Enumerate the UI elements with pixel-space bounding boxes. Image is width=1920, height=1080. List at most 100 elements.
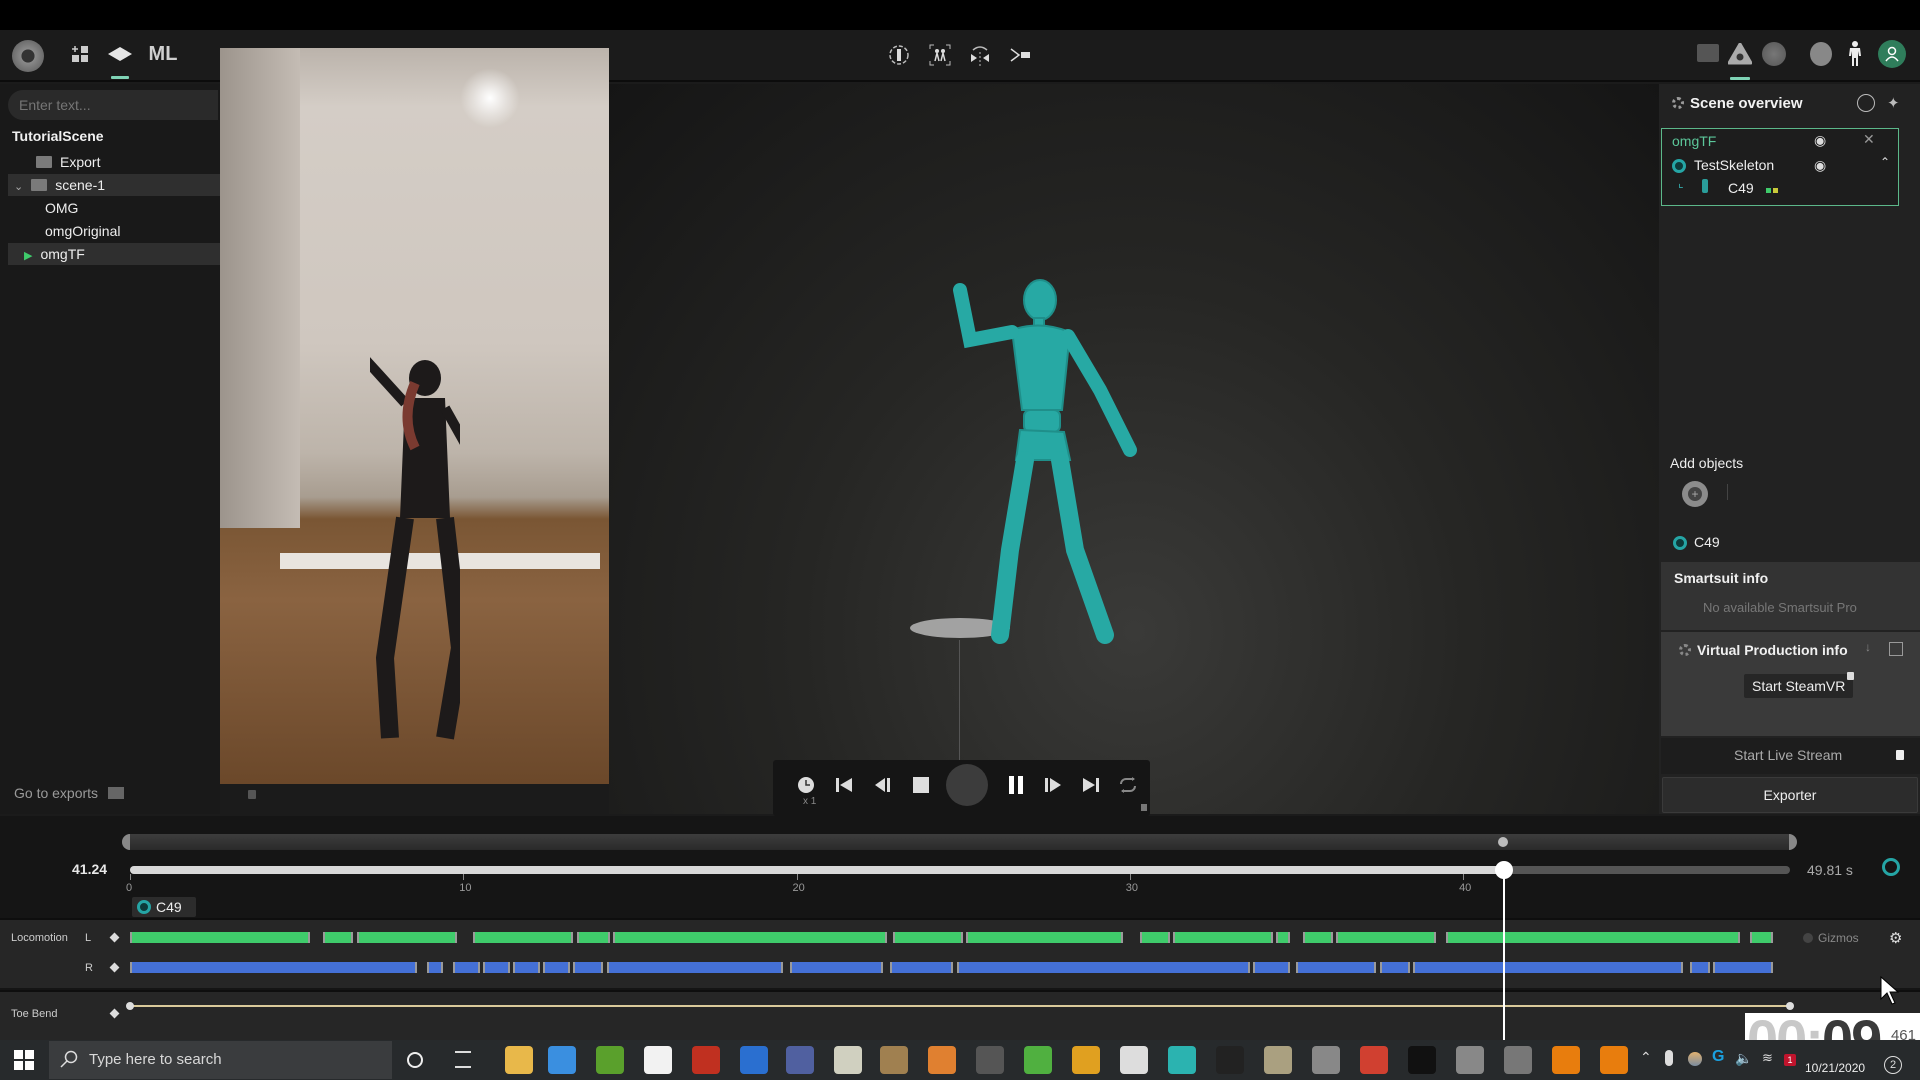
right-foot-contact-segment[interactable] [483, 962, 510, 973]
add-object-button[interactable]: + [1682, 481, 1708, 507]
start-steamvr-button[interactable]: Start SteamVR [1744, 674, 1854, 698]
character-c49-skeleton[interactable] [900, 260, 1160, 660]
loop-button[interactable] [1113, 770, 1143, 800]
rokoko-studio-icon[interactable] [1216, 1046, 1244, 1074]
video-locked-icon[interactable] [1697, 44, 1719, 62]
timeline-range-slider[interactable] [122, 834, 1796, 850]
right-foot-contact-segment[interactable] [606, 962, 784, 973]
right-foot-contact-segment[interactable] [1253, 962, 1290, 973]
record-button[interactable] [946, 764, 988, 806]
clip-name[interactable]: omgTF [1672, 133, 1716, 149]
left-foot-contact-segment[interactable] [1139, 932, 1170, 943]
body-calibrate-icon[interactable] [887, 40, 911, 70]
left-foot-contact-segment[interactable] [1276, 932, 1290, 943]
popout-icon[interactable] [1889, 642, 1903, 656]
left-foot-contact-segment[interactable] [1446, 932, 1740, 943]
object-item-c49[interactable]: C49 [1694, 534, 1720, 550]
left-foot-contact-segment[interactable] [613, 932, 887, 943]
document-app-icon[interactable] [786, 1046, 814, 1074]
character-tools-icon[interactable] [1882, 858, 1900, 876]
inkscape-icon[interactable] [976, 1046, 1004, 1074]
tree-item-omg[interactable]: OMG [8, 197, 220, 219]
step-forward-button[interactable] [1038, 770, 1068, 800]
inspect-search-icon[interactable] [1857, 94, 1875, 112]
right-foot-contact-segment[interactable] [789, 962, 884, 973]
reference-video[interactable] [220, 48, 609, 784]
taskbar-search-input[interactable]: Type here to search [49, 1041, 392, 1079]
skeleton-app-icon[interactable] [1456, 1046, 1484, 1074]
go-to-exports-link[interactable]: Go to exports [14, 785, 124, 801]
left-foot-contact-segment[interactable] [1303, 932, 1334, 943]
sphere-locked-icon[interactable] [1762, 42, 1786, 66]
settings-gear-icon[interactable] [1672, 97, 1684, 109]
camera-app-icon[interactable] [1312, 1046, 1340, 1074]
body-icon[interactable] [1846, 40, 1864, 68]
left-foot-contact-segment[interactable] [323, 932, 354, 943]
step-back-button[interactable] [868, 770, 898, 800]
paint-app-icon[interactable] [834, 1046, 862, 1074]
notification-badge[interactable]: 1 [1784, 1054, 1796, 1066]
unity-hub-icon[interactable] [1408, 1046, 1436, 1074]
chevron-up-icon[interactable]: ⌃ [1880, 155, 1890, 169]
magic-wand-icon[interactable]: ✦ [1887, 94, 1905, 112]
cortana-icon[interactable] [407, 1052, 423, 1068]
exporter-button[interactable]: Exporter [1662, 777, 1918, 813]
tray-chevron-up-icon[interactable]: ⌃ [1640, 1049, 1652, 1066]
right-foot-contact-segment[interactable] [573, 962, 604, 973]
right-foot-contact-segment[interactable] [1296, 962, 1377, 973]
right-foot-contact-segment[interactable] [426, 962, 444, 973]
scene-search-input[interactable] [8, 90, 218, 120]
maya-icon[interactable] [1168, 1046, 1196, 1074]
skip-to-end-button[interactable] [1076, 770, 1106, 800]
right-foot-contact-segment[interactable] [130, 962, 417, 973]
tree-item-scene-1[interactable]: ⌄ scene-1 [8, 174, 220, 196]
chrome-icon[interactable] [1360, 1046, 1388, 1074]
account-icon[interactable] [1878, 40, 1906, 68]
right-foot-contact-segment[interactable] [513, 962, 540, 973]
actors-select-icon[interactable] [928, 40, 952, 70]
bottle-app-icon[interactable] [880, 1046, 908, 1074]
camtasia-green-icon[interactable] [596, 1046, 624, 1074]
mirror-icon[interactable] [968, 40, 992, 70]
camtasia-white-icon[interactable] [644, 1046, 672, 1074]
odd-app-icon[interactable] [1264, 1046, 1292, 1074]
actor-eye-icon[interactable]: ◉ [1814, 157, 1826, 174]
right-foot-contact-segment[interactable] [1413, 962, 1683, 973]
unity-icon[interactable] [1120, 1046, 1148, 1074]
rokoko-logo-icon[interactable] [12, 40, 44, 72]
right-foot-contact-segment[interactable] [543, 962, 570, 973]
start-live-stream-button[interactable]: Start Live Stream [1734, 747, 1842, 763]
windows-start-icon[interactable] [14, 1050, 34, 1070]
ml-icon[interactable]: ML [148, 42, 178, 66]
blender-icon[interactable] [1552, 1046, 1580, 1074]
tree-item-omgoriginal[interactable]: omgOriginal [8, 220, 220, 242]
pause-button[interactable] [1001, 770, 1031, 800]
left-foot-contact-segment[interactable] [966, 932, 1124, 943]
taskbar-date[interactable]: 10/21/2020 [1805, 1061, 1865, 1075]
scene-icon[interactable] [1727, 42, 1753, 66]
range-playhead-marker[interactable] [1498, 837, 1508, 847]
blender-2-icon[interactable] [1600, 1046, 1628, 1074]
track-settings-icon[interactable]: ⚙ [1889, 929, 1902, 947]
blue-x-app-icon[interactable] [740, 1046, 768, 1074]
right-foot-contact-segment[interactable] [1379, 962, 1410, 973]
fl-studio-icon[interactable] [928, 1046, 956, 1074]
left-foot-contact-segment[interactable] [1173, 932, 1274, 943]
wolf-app-icon[interactable] [1504, 1046, 1532, 1074]
task-view-icon[interactable] [455, 1051, 471, 1068]
layers-icon[interactable] [106, 42, 134, 66]
network-icon[interactable]: ≋ [1762, 1050, 1773, 1066]
weather-icon[interactable] [1688, 1052, 1702, 1066]
right-foot-contact-segment[interactable] [453, 962, 480, 973]
left-foot-contact-segment[interactable] [1749, 932, 1773, 943]
left-foot-contact-segment[interactable] [356, 932, 457, 943]
red-app-icon[interactable] [692, 1046, 720, 1074]
stop-button[interactable] [906, 770, 936, 800]
logitech-g-icon[interactable]: G [1712, 1048, 1724, 1066]
right-foot-contact-segment[interactable] [1689, 962, 1710, 973]
tree-item-export[interactable]: Export [8, 151, 220, 173]
camera-follow-icon[interactable] [1008, 40, 1032, 70]
face-locked-icon[interactable] [1810, 42, 1832, 66]
close-icon[interactable]: ✕ [1863, 131, 1875, 148]
skip-to-start-button[interactable] [829, 770, 859, 800]
